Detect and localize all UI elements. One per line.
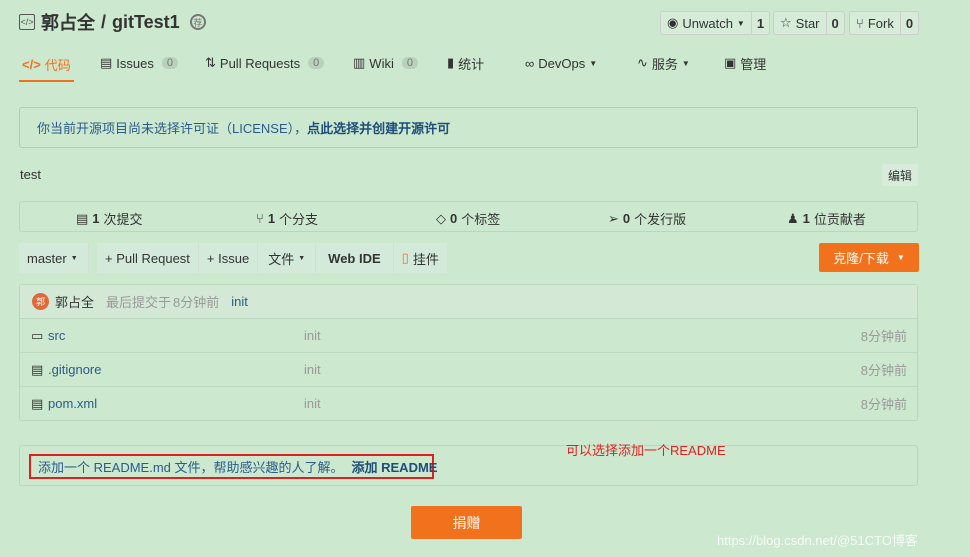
code-icon: </>: [19, 14, 35, 30]
fork-icon: ⑂: [856, 15, 864, 31]
star-count[interactable]: 0: [825, 12, 844, 34]
license-notice-text: 你当前开源项目尚未选择许可证（LICENSE），: [37, 121, 308, 136]
eye-icon: ◉: [667, 15, 679, 30]
file-commit-message[interactable]: init: [304, 396, 321, 411]
chevron-down-icon: ▼: [298, 254, 306, 262]
clone-download-button[interactable]: 克隆/下载 ▼: [819, 243, 919, 272]
tab-issues[interactable]: ▤ Issues 0: [100, 48, 178, 78]
widget-button[interactable]: ▯ 挂件: [394, 243, 447, 273]
commit-prefix: 最后提交于: [106, 295, 172, 310]
wiki-count-badge: 0: [401, 57, 418, 69]
recommended-badge-icon: 荐: [189, 14, 206, 30]
file-name[interactable]: src: [48, 328, 65, 343]
avatar[interactable]: 郭: [32, 293, 49, 310]
file-row[interactable]: ▤ .gitignore init 8分钟前: [20, 352, 917, 386]
tab-pull-requests[interactable]: ⇅ Pull Requests 0: [205, 48, 325, 78]
fork-count[interactable]: 0: [899, 12, 918, 34]
edit-description-button[interactable]: 编辑: [882, 164, 918, 186]
star-button[interactable]: ☆ Star 0: [773, 11, 845, 35]
file-name[interactable]: .gitignore: [48, 362, 101, 377]
tab-code[interactable]: </> 代码: [19, 48, 74, 82]
star-icon: ☆: [780, 15, 792, 30]
file-time: 8分钟前: [860, 363, 907, 378]
add-readme-link[interactable]: 添加 README: [352, 457, 438, 476]
chevron-down-icon: ▼: [681, 58, 690, 68]
repo-description: test: [20, 167, 41, 182]
readme-highlight-box: 添加一个 README.md 文件，帮助感兴趣的人了解。 添加 README: [29, 454, 437, 479]
file-time: 8分钟前: [860, 329, 907, 344]
file-commit-message[interactable]: init: [304, 362, 321, 377]
file-commit-message[interactable]: init: [304, 328, 321, 343]
repo-tabs: </> 代码 ▤ Issues 0 ⇅ Pull Requests 0 ▥ Wiki 0 ▮ 统…: [19, 48, 919, 82]
branch-select[interactable]: master ▼: [19, 243, 89, 273]
chevron-down-icon: ▼: [70, 254, 78, 262]
file-name[interactable]: pom.xml: [48, 396, 97, 411]
readme-notice-text: 添加一个 README.md 文件，帮助感兴趣的人了解。: [38, 460, 344, 475]
file-icon: ▤: [31, 361, 44, 377]
tab-stats[interactable]: ▮ 统计: [447, 48, 484, 78]
chevron-down-icon: ▼: [589, 58, 598, 68]
commit-time: 8分钟前: [173, 295, 220, 310]
repo-header: </> 郭占全 / gitTest1 荐: [19, 10, 206, 34]
web-ide-button[interactable]: Web IDE: [316, 243, 394, 273]
stat-tags[interactable]: ◇ 0 个标签: [436, 209, 500, 228]
tag-icon: ◇: [436, 210, 446, 226]
file-time: 8分钟前: [860, 397, 907, 412]
tab-services[interactable]: ∿ 服务 ▼: [637, 48, 690, 78]
stat-contributors[interactable]: ♟ 1 位贡献者: [787, 209, 866, 228]
repo-owner-link[interactable]: 郭占全: [41, 9, 95, 35]
files-menu[interactable]: 文件 ▼: [258, 243, 317, 273]
issues-icon: ▤: [100, 55, 113, 70]
tab-devops[interactable]: ∞ DevOps ▼: [525, 48, 597, 78]
bar-chart-icon: ▮: [447, 55, 455, 70]
pull-request-icon: ⇅: [205, 55, 216, 70]
tab-wiki[interactable]: ▥ Wiki 0: [353, 48, 418, 78]
chevron-down-icon: ▼: [736, 18, 745, 28]
file-row[interactable]: ▭ src init 8分钟前: [20, 318, 917, 352]
annotation-text: 可以选择添加一个README: [566, 443, 726, 458]
clipboard-icon: ▣: [724, 55, 737, 70]
file-row[interactable]: ▤ pom.xml init 8分钟前: [20, 386, 917, 420]
fork-button[interactable]: ⑂ Fork 0: [849, 11, 920, 35]
book-icon: ▥: [353, 55, 366, 70]
commit-message-link[interactable]: init: [231, 294, 248, 309]
license-notice: 你当前开源项目尚未选择许可证（LICENSE）， 点此选择并创建开源许可: [19, 107, 918, 148]
new-pull-request-button[interactable]: + Pull Request: [97, 243, 199, 273]
license-create-link[interactable]: 点此选择并创建开源许可: [307, 118, 450, 137]
stat-branches[interactable]: ⑂ 1 个分支: [256, 209, 318, 228]
users-icon: ♟: [787, 210, 799, 226]
stat-commits[interactable]: ▤ 1 次提交: [76, 209, 143, 228]
last-commit-row: 郭 郭占全 最后提交于 8分钟前 init: [20, 285, 917, 318]
send-icon: ➢: [608, 210, 619, 226]
bookmark-icon: ▯: [401, 250, 409, 265]
chevron-down-icon: ▼: [896, 253, 905, 262]
branch-icon: ⑂: [256, 211, 264, 226]
repo-toolbar: master ▼: [19, 243, 89, 273]
stat-releases[interactable]: ➢ 0 个发行版: [608, 209, 686, 228]
file-list: 郭 郭占全 最后提交于 8分钟前 init ▭ src init 8分钟前 ▤ …: [19, 284, 918, 421]
repo-stats-bar: ▤ 1 次提交 ⑂ 1 个分支 ◇ 0 个标签 ➢ 0 个发行版 ♟ 1 位贡献者: [19, 201, 918, 232]
folder-icon: ▭: [31, 327, 44, 343]
watch-count[interactable]: 1: [750, 12, 769, 34]
new-issue-button[interactable]: + Issue: [199, 243, 259, 273]
issues-count-badge: 0: [161, 57, 178, 69]
repo-toolbar-actions: + Pull Request + Issue 文件 ▼ Web IDE ▯ 挂件: [97, 243, 447, 273]
watch-button[interactable]: ◉ Unwatch ▼ 1: [660, 11, 771, 35]
tab-manage[interactable]: ▣ 管理: [724, 48, 766, 78]
donate-button[interactable]: 捐赠: [411, 506, 522, 539]
watermark: https://blog.csdn.net/@51CTO博客: [717, 533, 918, 548]
pulse-icon: ∿: [637, 55, 648, 70]
code-brackets-icon: </>: [22, 56, 41, 72]
commit-author[interactable]: 郭占全: [55, 292, 94, 311]
file-icon: ▤: [31, 395, 44, 411]
infinity-icon: ∞: [525, 55, 535, 71]
pull-requests-count-badge: 0: [308, 57, 325, 69]
repo-separator: /: [101, 11, 107, 32]
commit-icon: ▤: [76, 210, 89, 226]
repo-name-link[interactable]: gitTest1: [112, 12, 180, 33]
